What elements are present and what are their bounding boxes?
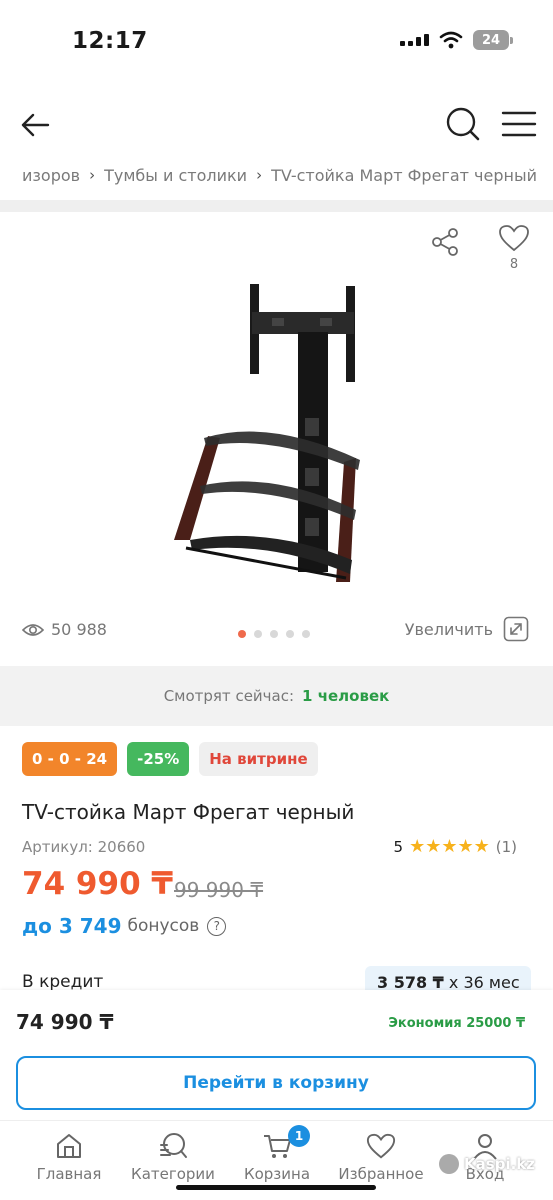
eye-icon	[22, 623, 44, 636]
chevron-right-icon: ›	[256, 166, 263, 184]
bonus-amount: до 3 749	[22, 914, 122, 938]
product-title: TV-стойка Март Фрегат черный	[22, 800, 355, 824]
purchase-bar: 74 990 ₸ Экономия 25000 ₸ Перейти в корз…	[0, 990, 553, 1120]
tab-favorites-label: Избранное	[338, 1165, 424, 1183]
tab-categories[interactable]: Категории	[118, 1131, 228, 1183]
tab-home[interactable]: Главная	[14, 1131, 124, 1183]
breadcrumb-item-current: TV-стойка Март Фрегат черный	[271, 165, 537, 185]
viewing-label: Смотрят сейчас:	[163, 687, 295, 705]
tab-categories-label: Категории	[131, 1165, 215, 1183]
views-count: 50 988	[51, 620, 107, 639]
gallery-dot-active[interactable]	[238, 630, 246, 638]
breadcrumb-item[interactable]: изоров	[22, 166, 80, 185]
saving-label: Экономия 25000 ₸	[388, 1016, 525, 1031]
signal-icon	[400, 34, 429, 46]
review-count: (1)	[495, 837, 517, 856]
credit-amount: 3 578 ₸	[377, 973, 444, 990]
battery-level: 24	[473, 30, 509, 50]
tab-favorites[interactable]: Избранное	[326, 1131, 436, 1183]
gallery-dot[interactable]	[270, 630, 278, 638]
status-bar: 12:17 24	[0, 0, 553, 80]
home-icon	[57, 1134, 81, 1158]
back-arrow-icon[interactable]	[18, 108, 52, 142]
showcase-badge: На витрине	[199, 742, 318, 776]
gallery-dot[interactable]	[254, 630, 262, 638]
product-badges: 0 - 0 - 24 -25% На витрине	[22, 742, 318, 776]
expand-icon	[503, 616, 529, 642]
viewing-count: 1 человек	[302, 687, 390, 705]
product-gallery: 8 50 988 Увеличить	[0, 212, 553, 666]
watermark-text: Kaspi.kz	[464, 1155, 535, 1173]
kaspi-watermark: Kaspi.kz	[439, 1154, 535, 1174]
credit-row: В кредит 3 578 ₸ x 36 мес	[0, 966, 553, 990]
favorites-count: 8	[509, 257, 519, 272]
top-nav	[0, 88, 553, 158]
go-to-cart-button[interactable]: Перейти в корзину	[16, 1056, 536, 1110]
wifi-icon	[439, 31, 463, 49]
help-icon[interactable]: ?	[207, 916, 227, 936]
search-icon[interactable]	[445, 106, 481, 142]
chevron-right-icon: ›	[89, 166, 96, 184]
credit-label: В кредит	[22, 972, 104, 990]
status-time: 12:17	[72, 28, 148, 54]
credit-option[interactable]: 3 578 ₸ x 36 мес	[365, 966, 531, 990]
tab-cart[interactable]: 1 Корзина	[222, 1125, 332, 1183]
menu-icon[interactable]	[501, 108, 537, 140]
rating-value: 5	[393, 837, 404, 856]
heart-icon	[499, 225, 529, 252]
share-icon[interactable]	[429, 226, 461, 258]
tab-home-label: Главная	[36, 1165, 102, 1183]
product-sku: Артикул: 20660	[22, 838, 146, 856]
product-image[interactable]	[160, 278, 380, 598]
heart-icon	[366, 1133, 396, 1159]
kaspi-logo-icon	[439, 1154, 460, 1174]
credit-term: x 36 мес	[448, 973, 520, 990]
tab-cart-label: Корзина	[243, 1165, 311, 1183]
gallery-pagination	[238, 630, 310, 638]
cart-count-badge: 1	[288, 1125, 310, 1147]
home-indicator	[176, 1185, 376, 1190]
product-price: 74 990 ₸	[22, 866, 174, 902]
gallery-dot[interactable]	[286, 630, 294, 638]
status-icons: 24	[400, 30, 513, 50]
breadcrumb-item[interactable]: Тумбы и столики	[104, 166, 247, 185]
gallery-dot[interactable]	[302, 630, 310, 638]
bonus-info: до 3 749 бонусов ?	[22, 914, 227, 938]
favorite-button[interactable]: 8	[497, 224, 531, 274]
zoom-label: Увеличить	[404, 619, 493, 639]
discount-badge: -25%	[127, 742, 190, 776]
old-price: 99 990 ₸	[174, 878, 264, 902]
bonus-label: бонусов	[127, 916, 200, 936]
views-counter: 50 988	[22, 620, 107, 639]
zoom-button[interactable]: Увеличить	[405, 616, 529, 642]
star-icons: ★★★★★	[409, 836, 490, 857]
installment-badge[interactable]: 0 - 0 - 24	[22, 742, 118, 776]
rating[interactable]: 5 ★★★★★ (1)	[394, 836, 517, 857]
viewing-now-banner: Смотрят сейчас: 1 человек	[0, 666, 553, 726]
breadcrumb: изоров › Тумбы и столики › TV-стойка Мар…	[0, 150, 553, 200]
section-divider	[0, 200, 553, 212]
bottom-tab-bar: Главная Категории 1 Корзина Избранное Вх…	[0, 1120, 553, 1200]
battery-icon: 24	[473, 30, 513, 50]
categories-search-icon	[160, 1133, 187, 1158]
purchase-bar-price: 74 990 ₸	[16, 1010, 114, 1034]
